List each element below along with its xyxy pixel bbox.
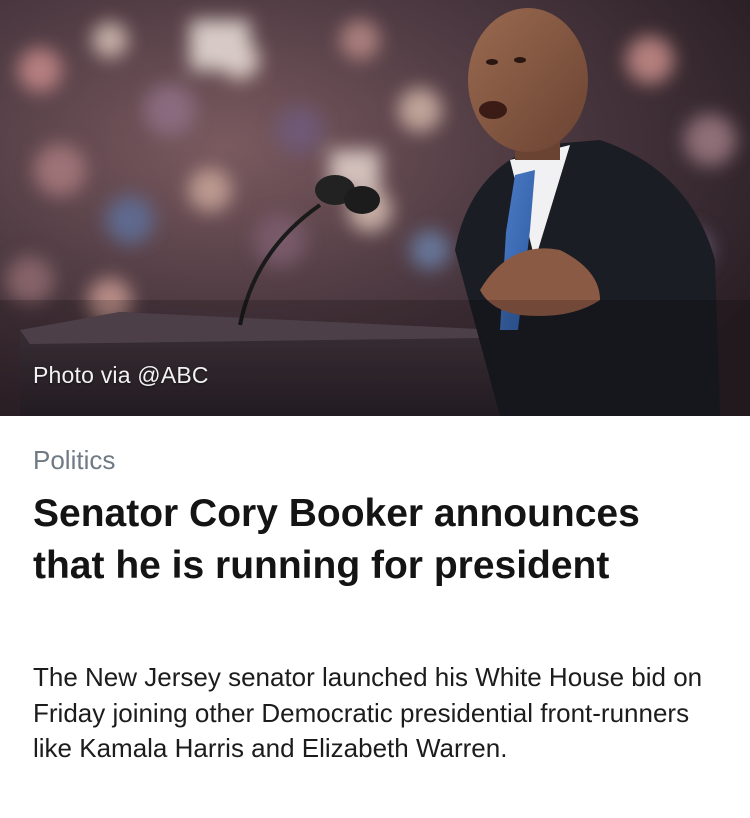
article-summary: The New Jersey senator launched his Whit… [33, 662, 703, 763]
article-headline[interactable]: Senator Cory Booker announces that he is… [33, 488, 713, 592]
article-photo[interactable]: Photo via @ABC [0, 0, 750, 416]
photo-caption: Photo via @ABC [33, 362, 209, 388]
article-category[interactable]: Politics [33, 445, 115, 476]
speaker-photo [0, 0, 750, 416]
news-card[interactable]: Photo via @ABC Politics Senator Cory Boo… [0, 0, 750, 818]
